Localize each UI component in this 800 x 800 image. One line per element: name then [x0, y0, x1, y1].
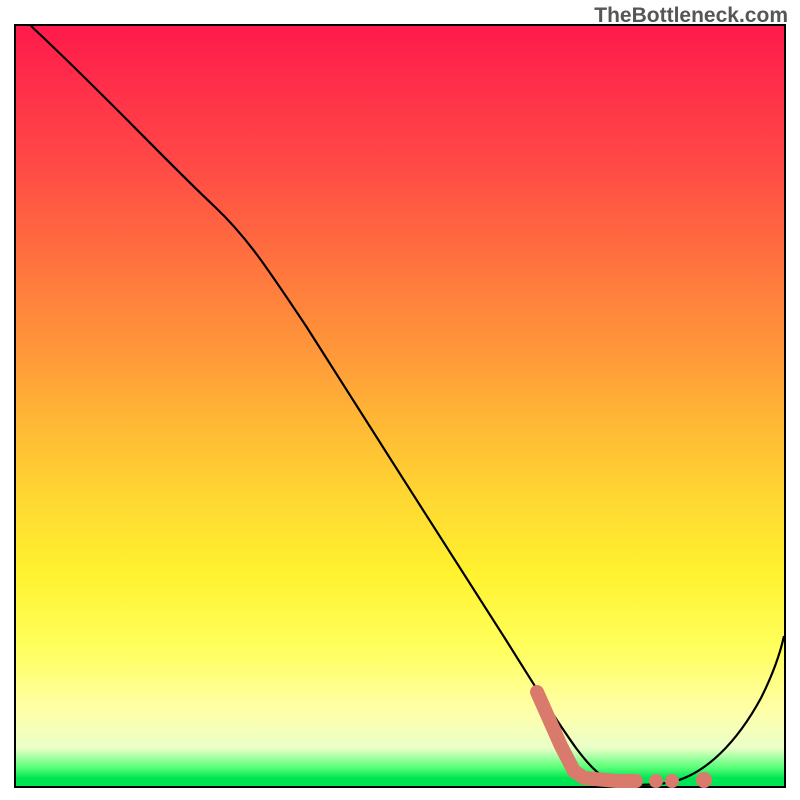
plot-border-right: [784, 24, 786, 788]
pink-dot-2: [665, 774, 679, 788]
pink-valley-marker: [537, 692, 712, 788]
chart-frame: TheBottleneck.com: [0, 0, 800, 800]
pink-valley-drop: [537, 692, 636, 781]
bottleneck-curve: [31, 26, 784, 785]
pink-dot-3: [696, 772, 712, 788]
watermark-text: TheBottleneck.com: [594, 4, 788, 28]
pink-dot-1: [649, 774, 663, 788]
chart-svg: [16, 26, 784, 786]
